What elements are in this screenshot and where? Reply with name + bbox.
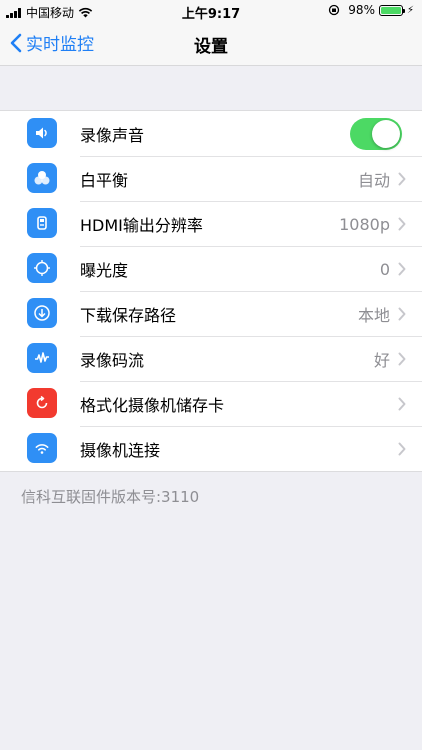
- battery-icon: [378, 4, 405, 16]
- row-value: 0: [379, 259, 390, 279]
- chevron-right-icon: [398, 217, 406, 231]
- toggle-knob: [372, 119, 400, 148]
- row-value: 好: [373, 351, 390, 370]
- row-label: 格式化摄像机储存卡: [80, 396, 225, 415]
- waveform-icon: [27, 343, 57, 373]
- chevron-right-icon: [398, 307, 406, 321]
- charging-bolt-icon: ⚡: [406, 4, 414, 16]
- firmware-version: 信科互联固件版本号:3110: [21, 488, 200, 506]
- refresh-icon: [27, 388, 57, 418]
- status-right: 98% ⚡: [328, 3, 414, 17]
- settings-list: 录像声音 白平衡 自动 HDMI输出分辨率 1080p 曝光度 0 下载保存路径…: [0, 110, 422, 472]
- chevron-right-icon: [398, 262, 406, 276]
- row-label: 录像码流: [80, 351, 145, 370]
- exposure-icon: [27, 253, 57, 283]
- rotation-lock-icon: [329, 4, 340, 16]
- settings-row-format-storage[interactable]: 格式化摄像机储存卡: [0, 381, 422, 426]
- page-title: 设置: [194, 37, 228, 57]
- download-icon: [27, 298, 57, 328]
- row-value: 本地: [357, 306, 390, 325]
- row-value: 自动: [357, 171, 390, 190]
- settings-row-download-path[interactable]: 下载保存路径 本地: [0, 291, 422, 336]
- color-circles-icon: [27, 163, 57, 193]
- settings-row-recording-bitrate[interactable]: 录像码流 好: [0, 336, 422, 381]
- row-label: 下载保存路径: [80, 306, 177, 325]
- row-label: HDMI输出分辨率: [80, 216, 203, 235]
- navigation-bar: 实时监控 设置: [0, 22, 422, 66]
- chevron-right-icon: [398, 352, 406, 366]
- settings-row-exposure[interactable]: 曝光度 0: [0, 246, 422, 291]
- recording-sound-toggle[interactable]: [350, 117, 402, 150]
- settings-row-white-balance[interactable]: 白平衡 自动: [0, 156, 422, 201]
- chevron-right-icon: [398, 442, 406, 456]
- row-value: 1080p: [339, 214, 390, 234]
- settings-row-camera-connection[interactable]: 摄像机连接: [0, 426, 422, 471]
- status-bar: 中国移动 上午9:17 98% ⚡: [0, 0, 422, 22]
- row-label: 摄像机连接: [80, 441, 161, 460]
- row-label: 曝光度: [80, 261, 129, 280]
- settings-row-hdmi-resolution[interactable]: HDMI输出分辨率 1080p: [0, 201, 422, 246]
- row-label: 录像声音: [80, 125, 145, 145]
- settings-row-recording-sound: 录像声音: [0, 111, 422, 156]
- wifi-icon: [27, 433, 57, 463]
- speaker-icon: [27, 118, 57, 148]
- chevron-right-icon: [398, 397, 406, 411]
- chevron-right-icon: [398, 172, 406, 186]
- battery-percent: 98%: [348, 3, 375, 17]
- hdmi-icon: [27, 208, 57, 238]
- row-label: 白平衡: [80, 171, 129, 190]
